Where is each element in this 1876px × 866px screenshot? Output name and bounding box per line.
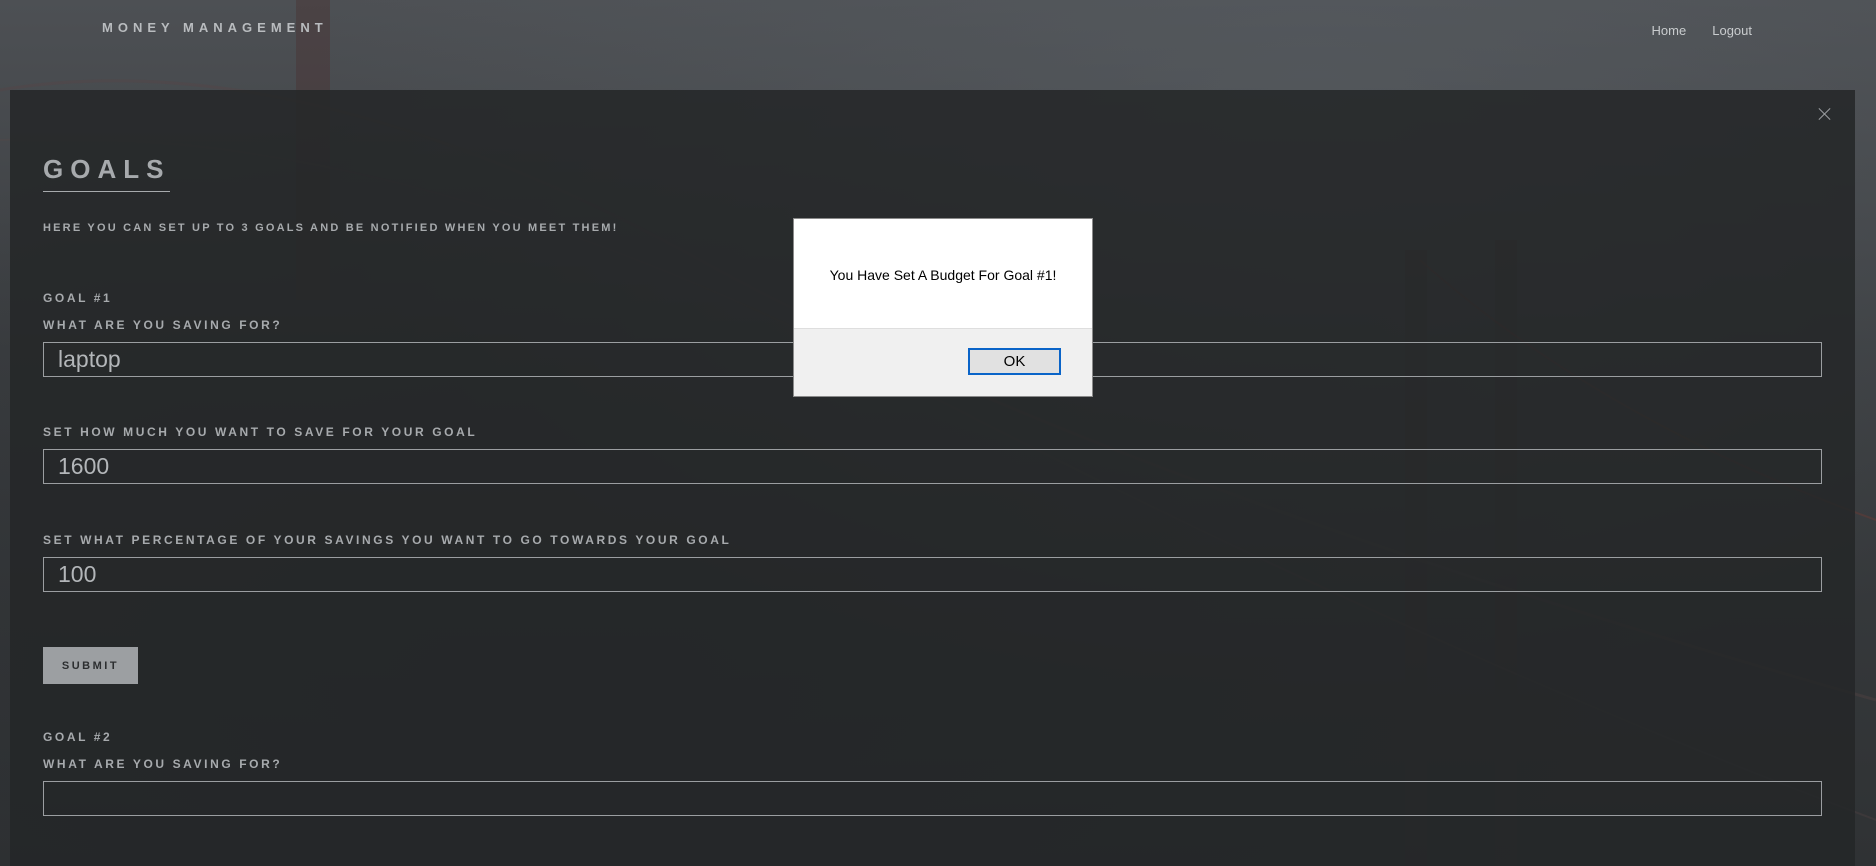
goal1-percent-input[interactable] <box>43 557 1822 592</box>
ok-button[interactable]: OK <box>968 348 1061 375</box>
goal1-percent-label: SET WHAT PERCENTAGE OF YOUR SAVINGS YOU … <box>43 533 732 547</box>
goals-panel: GOALS HERE YOU CAN SET UP TO 3 GOALS AND… <box>10 90 1855 866</box>
top-navigation-bar: MONEY MANAGEMENT Home Logout <box>0 0 1876 60</box>
nav-links: Home Logout <box>1652 23 1752 38</box>
alert-message: You Have Set A Budget For Goal #1! <box>829 267 1057 283</box>
nav-logout-link[interactable]: Logout <box>1712 23 1752 38</box>
page-title: GOALS <box>43 154 171 192</box>
goal1-amount-label: SET HOW MUCH YOU WANT TO SAVE FOR YOUR G… <box>43 425 478 439</box>
close-icon[interactable] <box>1815 104 1835 124</box>
goal1-heading: GOAL #1 <box>43 291 113 305</box>
goal1-submit-button[interactable]: SUBMIT <box>43 647 138 684</box>
goal2-heading: GOAL #2 <box>43 730 113 744</box>
goal2-saving-for-label: WHAT ARE YOU SAVING FOR? <box>43 757 283 771</box>
alert-footer: OK <box>794 328 1092 396</box>
goal1-saving-for-label: WHAT ARE YOU SAVING FOR? <box>43 318 283 332</box>
brand-title: MONEY MANAGEMENT <box>102 20 328 35</box>
goal2-saving-for-input[interactable] <box>43 781 1822 816</box>
alert-dialog: You Have Set A Budget For Goal #1! OK <box>793 218 1093 397</box>
goal1-amount-input[interactable] <box>43 449 1822 484</box>
nav-home-link[interactable]: Home <box>1652 23 1687 38</box>
page-subtitle: HERE YOU CAN SET UP TO 3 GOALS AND BE NO… <box>43 222 619 234</box>
